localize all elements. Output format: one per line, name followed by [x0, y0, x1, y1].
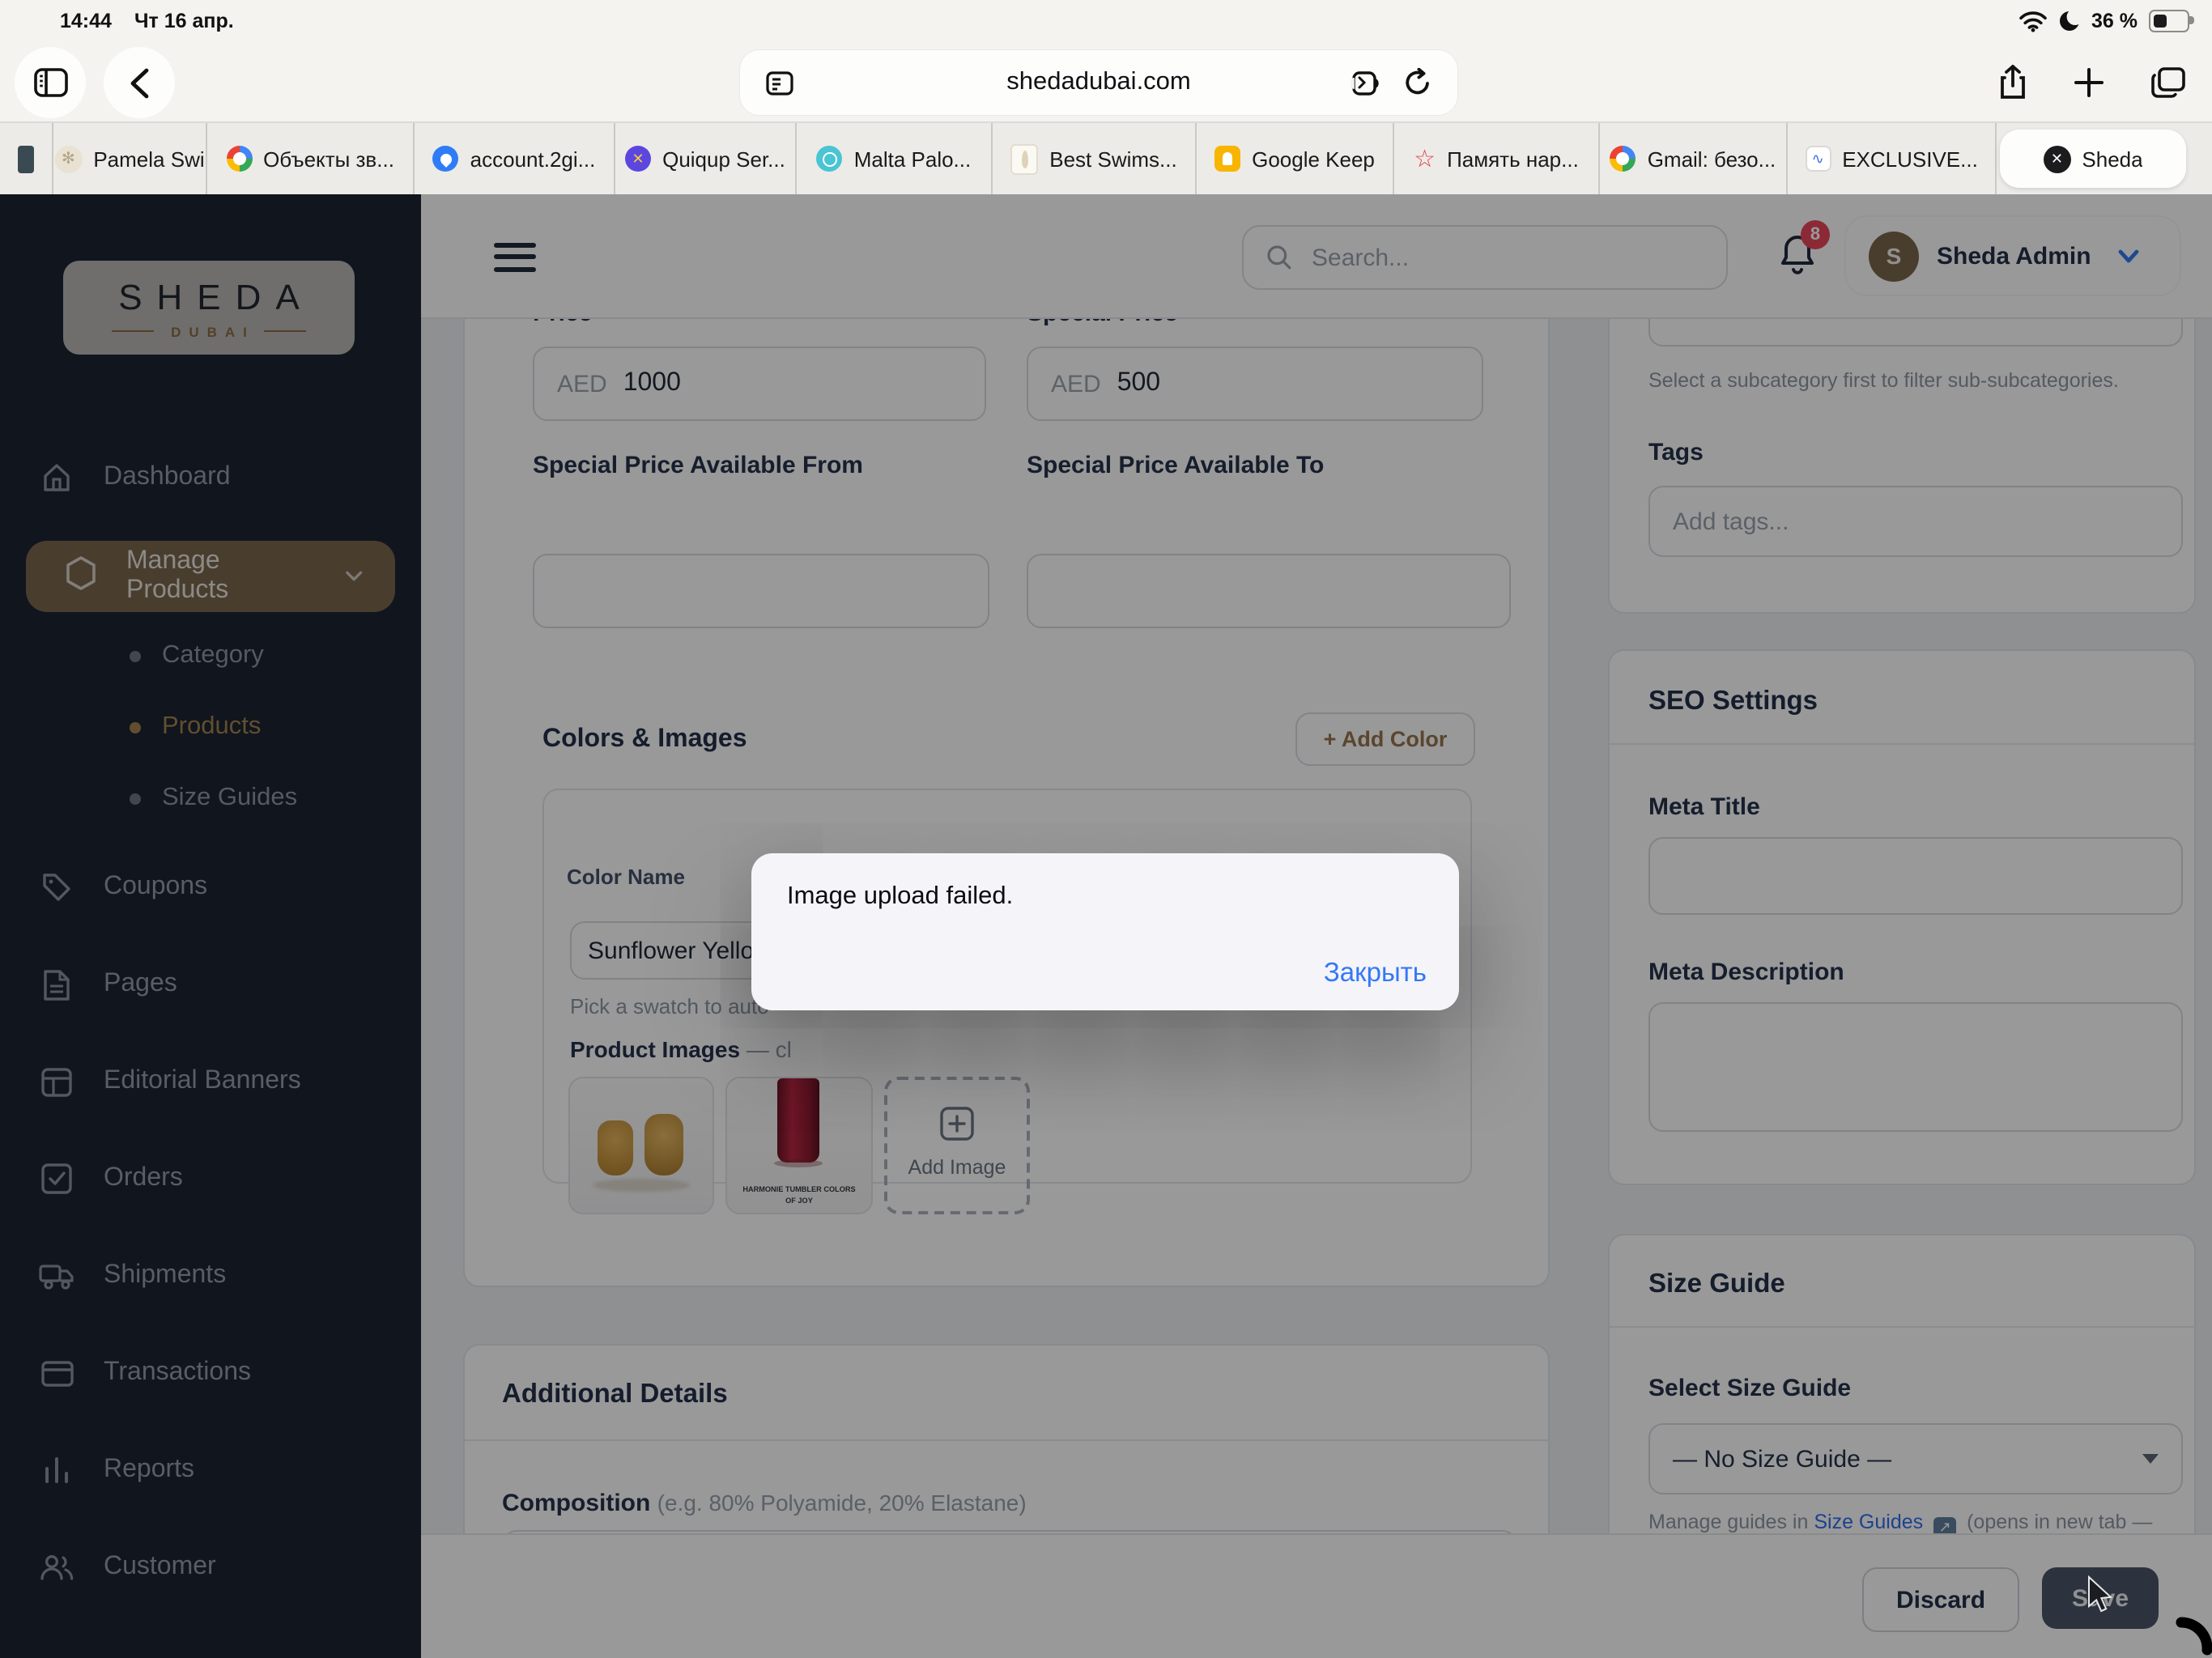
- web-page: Price Special Price AED 1000 AED 500 Spe…: [0, 194, 2212, 1658]
- google-icon: [1610, 146, 1636, 172]
- reader-icon[interactable]: [766, 70, 793, 95]
- keep-icon: [1214, 146, 1240, 172]
- battery-percent: 36 %: [2091, 10, 2138, 32]
- extensions-icon[interactable]: [1351, 69, 1380, 96]
- tab-exclusive[interactable]: ∿EXCLUSIVE...: [1788, 123, 1997, 194]
- tab-pamela[interactable]: ✻Pamela Swi: [53, 123, 207, 194]
- back-button[interactable]: [104, 47, 175, 118]
- tabs-overview-icon[interactable]: [2150, 66, 2186, 99]
- alert-message: Image upload failed.: [787, 882, 1013, 912]
- pinned-tab-icon: [18, 145, 34, 172]
- sidebar-icon: [33, 68, 67, 97]
- tab-malta[interactable]: Malta Palo...: [797, 123, 993, 194]
- malta-icon: [817, 146, 843, 172]
- tab-bar: ✻Pamela Swi Объекты зв... account.2gi...…: [0, 121, 2212, 194]
- share-icon[interactable]: [1998, 65, 2027, 100]
- reload-icon[interactable]: [1404, 68, 1431, 97]
- focus-moon-icon: [2057, 10, 2080, 32]
- alert-close-button[interactable]: Закрыть: [1324, 959, 1427, 989]
- address-bar[interactable]: shedadubai.com: [740, 50, 1457, 115]
- doc-icon: ∿: [1805, 146, 1831, 172]
- tab-best-swims[interactable]: Best Swims...: [993, 123, 1197, 194]
- tab-quiqup[interactable]: ✕Quiqup Ser...: [615, 123, 797, 194]
- close-icon[interactable]: ✕: [2043, 145, 2070, 172]
- tab-partial[interactable]: [0, 123, 53, 194]
- google-icon: [226, 146, 252, 172]
- status-bar: 14:44 Чт 16 апр. 36 %: [0, 0, 2212, 44]
- alert-dialog: Image upload failed. Закрыть: [751, 853, 1459, 1010]
- clock: 14:44: [60, 10, 112, 32]
- safari-toolbar: shedadubai.com: [0, 44, 2212, 121]
- sand-dollar-icon: ✻: [54, 145, 82, 172]
- tab-obekty[interactable]: Объекты зв...: [207, 123, 415, 194]
- back-chevron-icon: [130, 67, 149, 98]
- sidebar-toggle-button[interactable]: [15, 47, 86, 118]
- tab-account2gis[interactable]: account.2gi...: [415, 123, 615, 194]
- ipad-screen: 14:44 Чт 16 апр. 36 % shedadubai.com: [0, 0, 2212, 1658]
- new-tab-icon[interactable]: [2073, 66, 2105, 99]
- tab-google-keep[interactable]: Google Keep: [1197, 123, 1394, 194]
- battery-icon: [2149, 11, 2189, 32]
- ink-arc: [2170, 1616, 2212, 1658]
- wifi-icon: [2018, 11, 2046, 32]
- tab-gmail[interactable]: Gmail: безо...: [1600, 123, 1788, 194]
- star-icon: ☆: [1414, 147, 1436, 171]
- date: Чт 16 апр.: [134, 10, 234, 32]
- tab-pamyat[interactable]: ☆Память нар...: [1394, 123, 1600, 194]
- tab-sheda-active[interactable]: ✕Sheda: [2000, 130, 2186, 188]
- map-pin-icon: [433, 146, 459, 172]
- quiqup-icon: ✕: [625, 146, 651, 172]
- mouse-cursor: [2086, 1575, 2121, 1618]
- url-text: shedadubai.com: [1006, 68, 1191, 97]
- feather-icon: [1010, 143, 1038, 174]
